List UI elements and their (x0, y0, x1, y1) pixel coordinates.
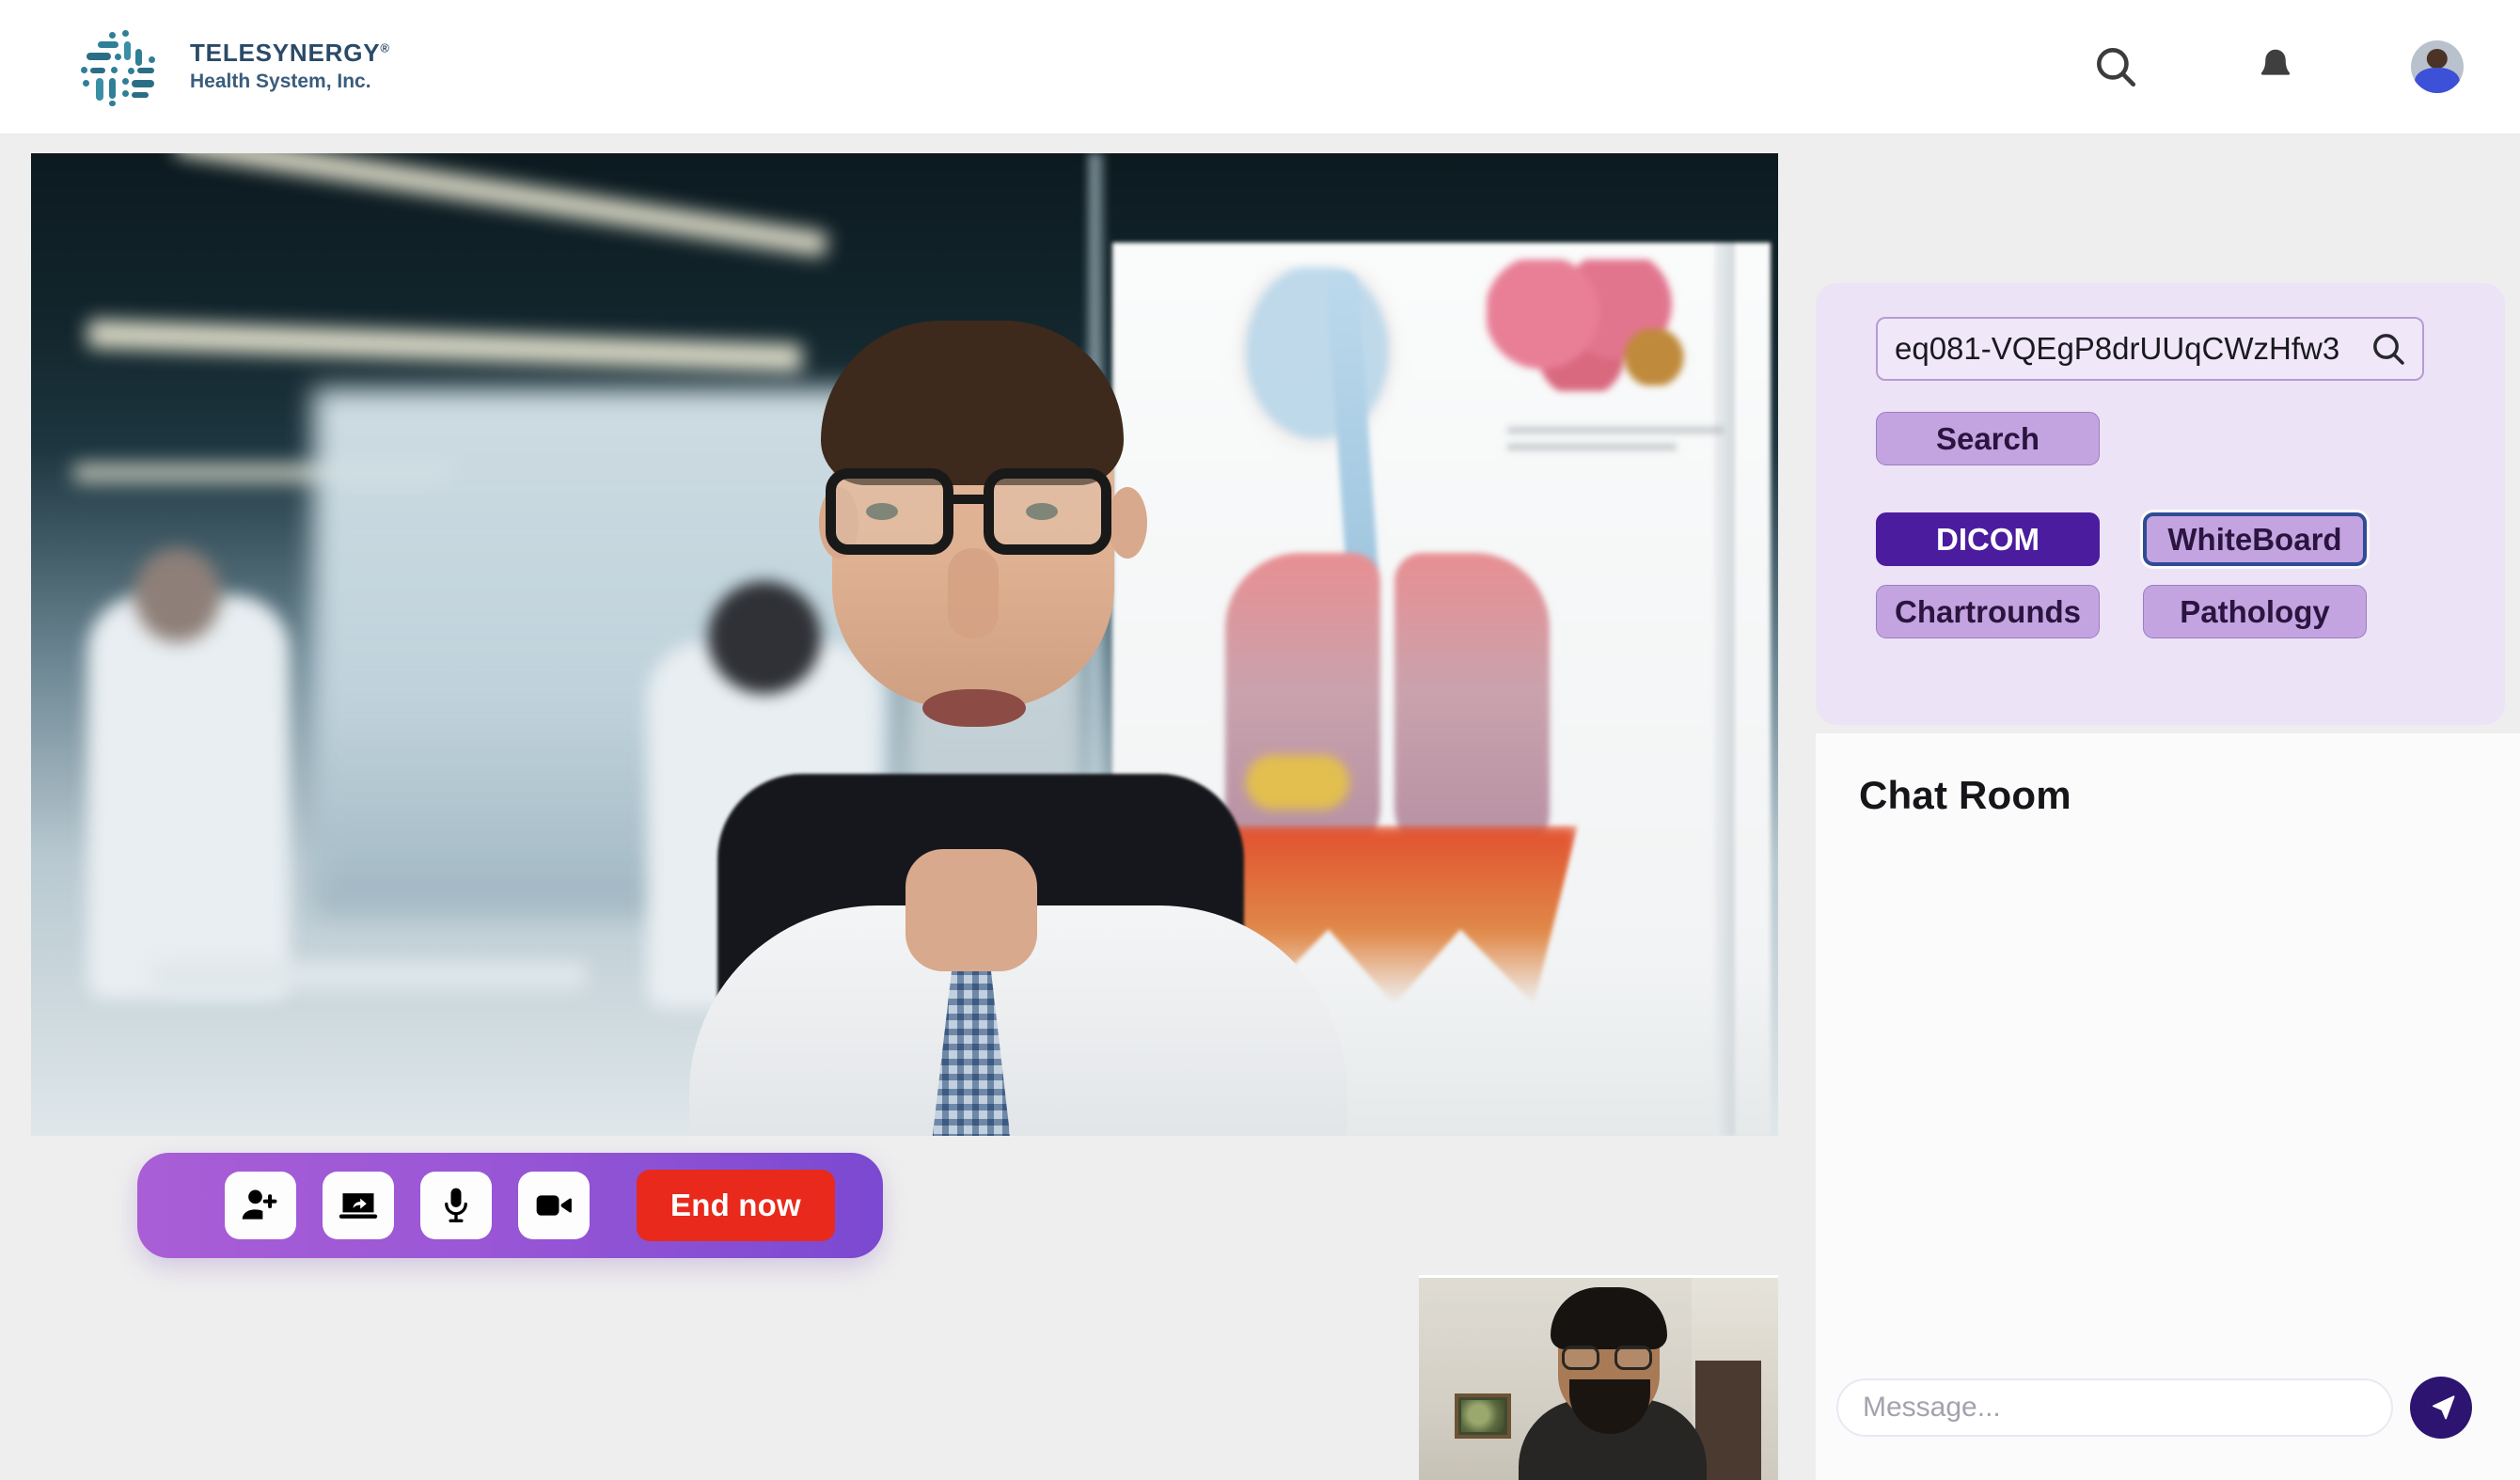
header-actions (2091, 40, 2464, 93)
send-message-button[interactable] (2410, 1377, 2472, 1439)
bell-icon[interactable] (2251, 42, 2300, 91)
wall-picture-frame (1455, 1393, 1511, 1439)
page-body: End now Search DICO (0, 134, 2520, 1480)
tab-pathology[interactable]: Pathology (2143, 585, 2367, 638)
eyeglass-lens (984, 468, 1111, 555)
brand-subtitle: Health System, Inc. (190, 71, 371, 93)
head-silhouette-diagram (1233, 267, 1402, 455)
screen-share-icon[interactable] (323, 1172, 394, 1239)
doctor-nose (948, 548, 999, 638)
person-add-icon[interactable] (225, 1172, 296, 1239)
avatar-body (2414, 68, 2461, 93)
background-staff-head (134, 548, 221, 642)
lung-highlight (1246, 755, 1349, 810)
poster-edge (1714, 243, 1735, 1136)
self-view-glasses (1562, 1346, 1656, 1372)
app-header: TELESYNERGY® Health System, Inc. (0, 0, 2520, 134)
chat-panel: Chat Room (1816, 733, 2520, 1480)
alveoli-detail (1611, 329, 1697, 386)
search-icon[interactable] (2370, 330, 2407, 368)
chat-message-list (1859, 846, 2480, 1335)
brand-wordmark: TELESYNERGY® Health System, Inc. (190, 39, 390, 93)
right-lung-diagram (1394, 553, 1550, 863)
brand-logo: TELESYNERGY® Health System, Inc. (68, 26, 390, 107)
eyeglass-lens (826, 468, 953, 555)
avatar[interactable] (2411, 40, 2464, 93)
chat-room-title: Chat Room (1859, 773, 2071, 817)
tools-panel: Search DICOM WhiteBoard Chartrounds Path… (1816, 283, 2505, 725)
brand-name: TELESYNERGY® (190, 39, 390, 68)
telesynergy-circuit-logo-icon (81, 30, 155, 106)
left-lung-diagram (1225, 553, 1380, 863)
registered-mark: ® (380, 40, 390, 55)
desk (153, 962, 586, 990)
self-view-lens (1614, 1346, 1652, 1370)
tab-chartrounds[interactable]: Chartrounds (1876, 585, 2100, 638)
video-camera-icon[interactable] (518, 1172, 590, 1239)
search-icon[interactable] (2091, 42, 2140, 91)
poster-caption-line (1507, 444, 1677, 450)
tab-whiteboard[interactable]: WhiteBoard (2143, 512, 2367, 566)
main-video-feed[interactable] (31, 153, 1778, 1136)
microphone-icon[interactable] (420, 1172, 492, 1239)
search-button[interactable]: Search (1876, 412, 2100, 465)
chat-message-input[interactable] (1836, 1378, 2393, 1437)
video-stage: End now (31, 153, 2037, 1274)
doctor-mouth (922, 689, 1026, 727)
avatar-head (2426, 48, 2449, 70)
call-control-bar: End now (137, 1153, 883, 1258)
eyeglasses (826, 468, 1125, 559)
self-view-video[interactable] (1419, 1275, 1778, 1480)
background-staff-head (708, 581, 821, 694)
send-plane-icon (2433, 1395, 2455, 1420)
self-view-lens (1562, 1346, 1599, 1370)
study-search-row (1876, 317, 2424, 381)
end-call-button[interactable]: End now (637, 1170, 835, 1241)
chat-composer (1836, 1377, 2500, 1439)
poster-caption-line (1507, 427, 1724, 433)
wall-picture-art (1461, 1400, 1504, 1432)
doctor-neck (906, 849, 1037, 971)
eyeglass-bridge (950, 495, 989, 504)
background-staff (87, 595, 290, 1000)
tool-button-grid: DICOM WhiteBoard Chartrounds Pathology (1876, 512, 2402, 638)
tab-dicom[interactable]: DICOM (1876, 512, 2100, 566)
study-search-input[interactable] (1876, 317, 2424, 381)
